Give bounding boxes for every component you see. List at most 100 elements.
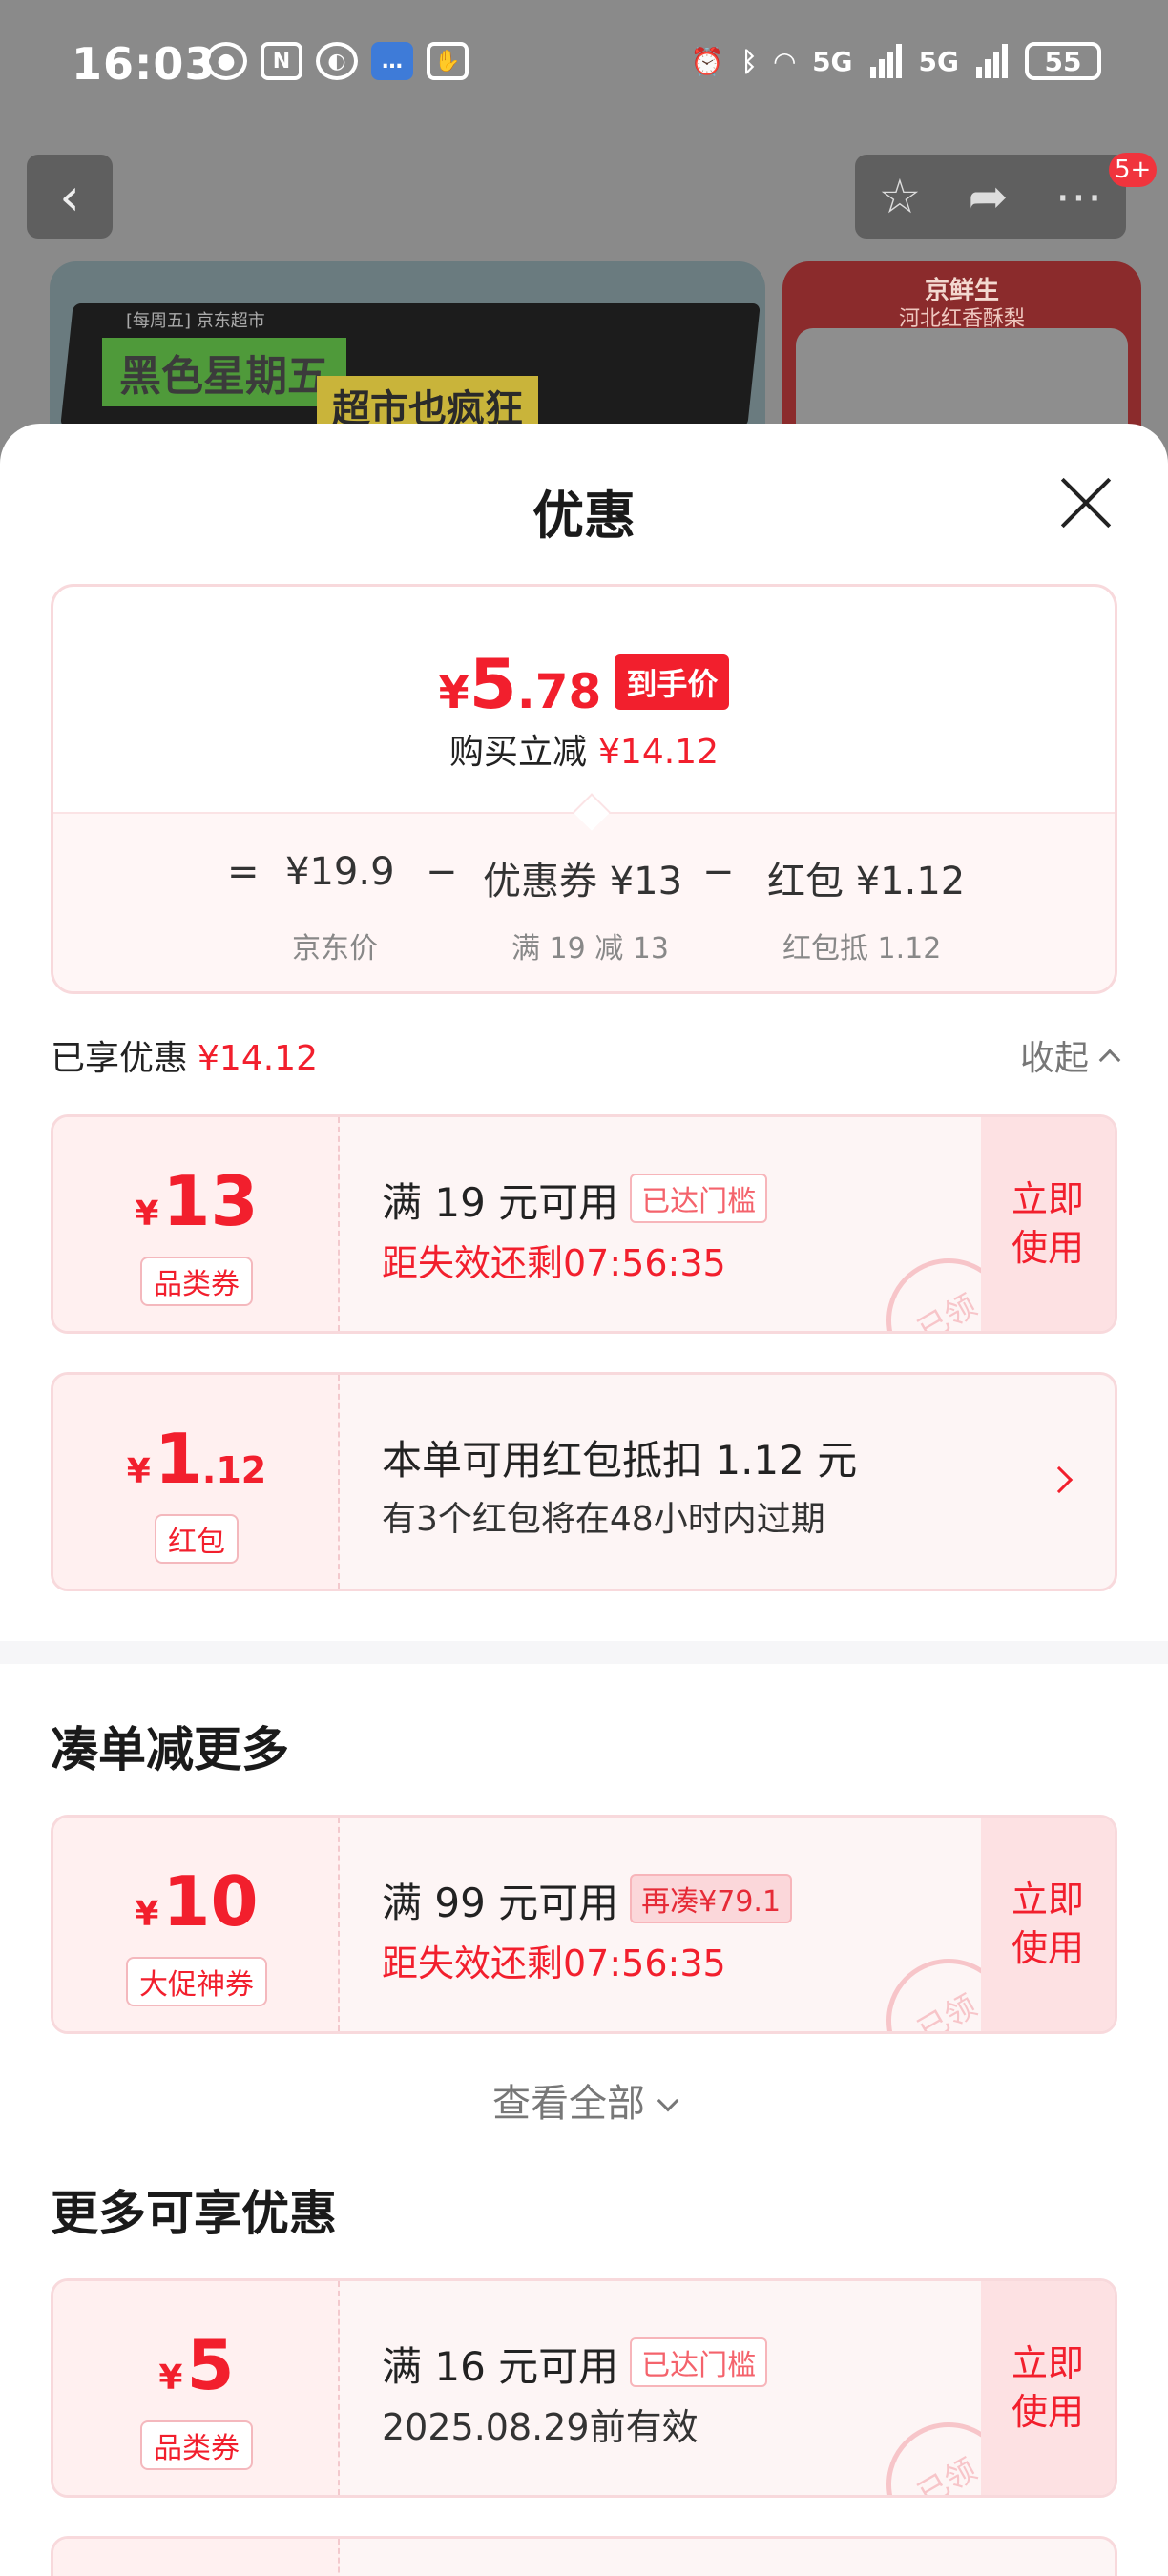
enjoyed-text: 已享优惠 — [51, 1039, 189, 1078]
battery-icon: 55 — [1025, 42, 1101, 80]
section-title-more-enjoy: 更多可享优惠 — [51, 2186, 337, 2241]
more-icon[interactable]: ⋯ — [1054, 169, 1102, 224]
formula-coupon-label: 满 19 减 13 — [511, 932, 669, 966]
coupon-number: 10 — [162, 1861, 259, 1942]
coupon-currency: ¥ — [135, 1195, 159, 1234]
coupon-currency: ¥ — [126, 1452, 151, 1491]
price-currency: ¥ — [438, 667, 469, 718]
coupon-type-badge: 红包 — [155, 1514, 239, 1564]
sheet-title: 优惠 — [532, 486, 636, 546]
chevron-left-icon: ‹ — [59, 166, 80, 227]
use-now-line2: 使用 — [1011, 1927, 1084, 1969]
use-now-button[interactable]: 立即 使用 — [981, 1117, 1115, 1331]
coupon-value-panel — [53, 2539, 340, 2576]
discount-sheet: 优惠 ¥5.78 到手价 购买立减 ¥14.12 = ¥19.9 京东价 − 优惠券… — [0, 424, 1168, 2576]
notification-badge: 5+ — [1109, 153, 1158, 187]
collapse-button[interactable]: 收起 — [1019, 1030, 1121, 1080]
coupon-condition: 满 16 元可用 已达门槛 — [382, 2335, 768, 2393]
coupon-currency: ¥ — [135, 1895, 159, 1934]
final-price: ¥5.78 到手价 — [53, 644, 1115, 724]
formula-redpack: 红包 ¥1.12 — [767, 860, 966, 904]
wechat-icon: ◐ — [316, 42, 358, 80]
use-now-line2: 使用 — [1011, 1227, 1084, 1269]
formula-coupon: 优惠券 ¥13 — [483, 860, 683, 904]
use-now-line1: 立即 — [1011, 1878, 1084, 1921]
coupon-decimal: .12 — [201, 1449, 267, 1491]
coupon-amount: ¥10 — [53, 1861, 340, 1942]
network-type-1: 5G — [812, 45, 853, 77]
network-type-2: 5G — [918, 45, 959, 77]
status-system-icons: ⏰ ᛒ ◠ 5G 5G 55 — [691, 42, 1101, 80]
coupon-type-badge: 大促神券 — [126, 1957, 267, 2006]
status-bar: 16:03 ● N ◐ … ✋ ⏰ ᛒ ◠ 5G 5G 55 — [0, 0, 1168, 134]
wifi-icon: ◠ — [774, 45, 796, 77]
coupon-condition: 满 99 元可用 再凑¥79.1 — [382, 1871, 793, 1929]
formula-redpack-label: 红包抵 1.12 — [782, 932, 942, 966]
use-now-line1: 立即 — [1011, 2341, 1084, 2384]
coupon-card: ¥5 品类券 满 16 元可用 已达门槛 2025.08.29前有效 已领 立即 … — [51, 2278, 1117, 2498]
formula-equals: = — [227, 850, 260, 894]
coupon-valid-date: 2025.08.29前有效 — [382, 2406, 699, 2448]
reduction-value: ¥14.12 — [598, 733, 719, 772]
coupon-threshold: 满 16 元可用 — [382, 2343, 619, 2390]
coupon-amount: ¥1.12 — [53, 1419, 340, 1499]
collapse-label: 收起 — [1019, 1039, 1089, 1078]
view-all-label: 查看全部 — [492, 2082, 645, 2126]
alarm-icon: ⏰ — [690, 45, 724, 77]
use-now-button[interactable]: 立即 使用 — [981, 1818, 1115, 2031]
nav-actions: ☆ ➦ ⋯ — [855, 155, 1126, 239]
final-price-tag: 到手价 — [615, 654, 730, 710]
chevron-up-icon — [1098, 1049, 1121, 1071]
coupon-type-badge: 品类券 — [140, 2420, 253, 2470]
coupon-threshold: 满 99 元可用 — [382, 1880, 619, 1926]
banner-green-text: 黑色星期五 — [102, 338, 346, 406]
price-breakdown-card: ¥5.78 到手价 购买立减 ¥14.12 = ¥19.9 京东价 − 优惠券 ¥1… — [51, 584, 1117, 994]
enjoyed-discount-label: 已享优惠 ¥14.12 — [51, 1030, 318, 1080]
instant-reduction: 购买立减 ¥14.12 — [53, 724, 1115, 774]
coupon-currency: ¥ — [158, 2358, 183, 2398]
redpacket-deduct-text: 本单可用红包抵扣 1.12 元 — [382, 1437, 858, 1484]
coupon-status-pill: 已达门槛 — [630, 2337, 768, 2387]
back-button[interactable]: ‹ — [27, 155, 113, 239]
coupon-number: 1 — [154, 1419, 202, 1499]
coupon-expiry: 距失效还剩07:56:35 — [382, 1242, 726, 1284]
coupon-type-badge: 品类券 — [140, 1257, 253, 1306]
message-icon: … — [371, 42, 413, 80]
formula-minus-2: − — [702, 850, 735, 894]
status-time: 16:03 — [72, 38, 217, 90]
reduction-label: 购买立减 — [449, 733, 588, 772]
redpacket-card[interactable]: ¥1.12 红包 本单可用红包抵扣 1.12 元 有3个红包将在48小时内过期 — [51, 1372, 1117, 1591]
status-notification-icons: ● N ◐ … ✋ — [205, 42, 469, 80]
coupon-card: ¥13 品类券 满 19 元可用 已达门槛 距失效还剩07:56:35 已领 立即… — [51, 1114, 1117, 1334]
background-page: 16:03 ● N ◐ … ✋ ⏰ ᛒ ◠ 5G 5G 55 ‹ ☆ ➦ ⋯ 5… — [0, 0, 1168, 500]
coupon-status-pill: 再凑¥79.1 — [630, 1874, 793, 1923]
section-divider — [0, 1641, 1168, 1664]
enjoyed-discount-row: 已享优惠 ¥14.12 收起 — [51, 1027, 1121, 1080]
coupon-expiry: 距失效还剩07:56:35 — [382, 1942, 726, 1984]
banner-small-text: [每周五] 京东超市 — [126, 311, 265, 331]
use-now-button[interactable]: 立即 使用 — [981, 2281, 1115, 2495]
use-now-line2: 使用 — [1011, 2391, 1084, 2433]
formula-base-label: 京东价 — [292, 932, 378, 966]
share-icon[interactable]: ➦ — [968, 169, 1008, 224]
signal-icon-1 — [869, 44, 902, 78]
section-title-more-reduce: 凑单减更多 — [51, 1722, 289, 1777]
enjoyed-value: ¥14.12 — [198, 1039, 318, 1078]
price-integer: 5 — [469, 644, 517, 724]
redpacket-expiry-note: 有3个红包将在48小时内过期 — [382, 1500, 825, 1539]
favorite-star-icon[interactable]: ☆ — [879, 169, 922, 224]
coupon-status-pill: 已达门槛 — [630, 1174, 768, 1223]
signal-icon-2 — [976, 44, 1008, 78]
close-icon[interactable] — [1057, 473, 1115, 530]
chevron-right-icon — [1045, 1465, 1074, 1494]
view-all-button[interactable]: 查看全部 — [0, 2072, 1168, 2128]
chevron-down-icon — [657, 2089, 679, 2112]
coupon-card-partial — [51, 2536, 1117, 2576]
use-now-line1: 立即 — [1011, 1177, 1084, 1220]
coupon-number: 5 — [186, 2325, 235, 2405]
coupon-threshold: 满 19 元可用 — [382, 1179, 619, 1226]
coupon-condition: 满 19 元可用 已达门槛 — [382, 1171, 768, 1229]
formula-base-price: ¥19.9 — [285, 850, 395, 894]
coupon-card: ¥10 大促神券 满 99 元可用 再凑¥79.1 距失效还剩07:56:35 已… — [51, 1815, 1117, 2034]
formula-minus-1: − — [426, 850, 458, 894]
